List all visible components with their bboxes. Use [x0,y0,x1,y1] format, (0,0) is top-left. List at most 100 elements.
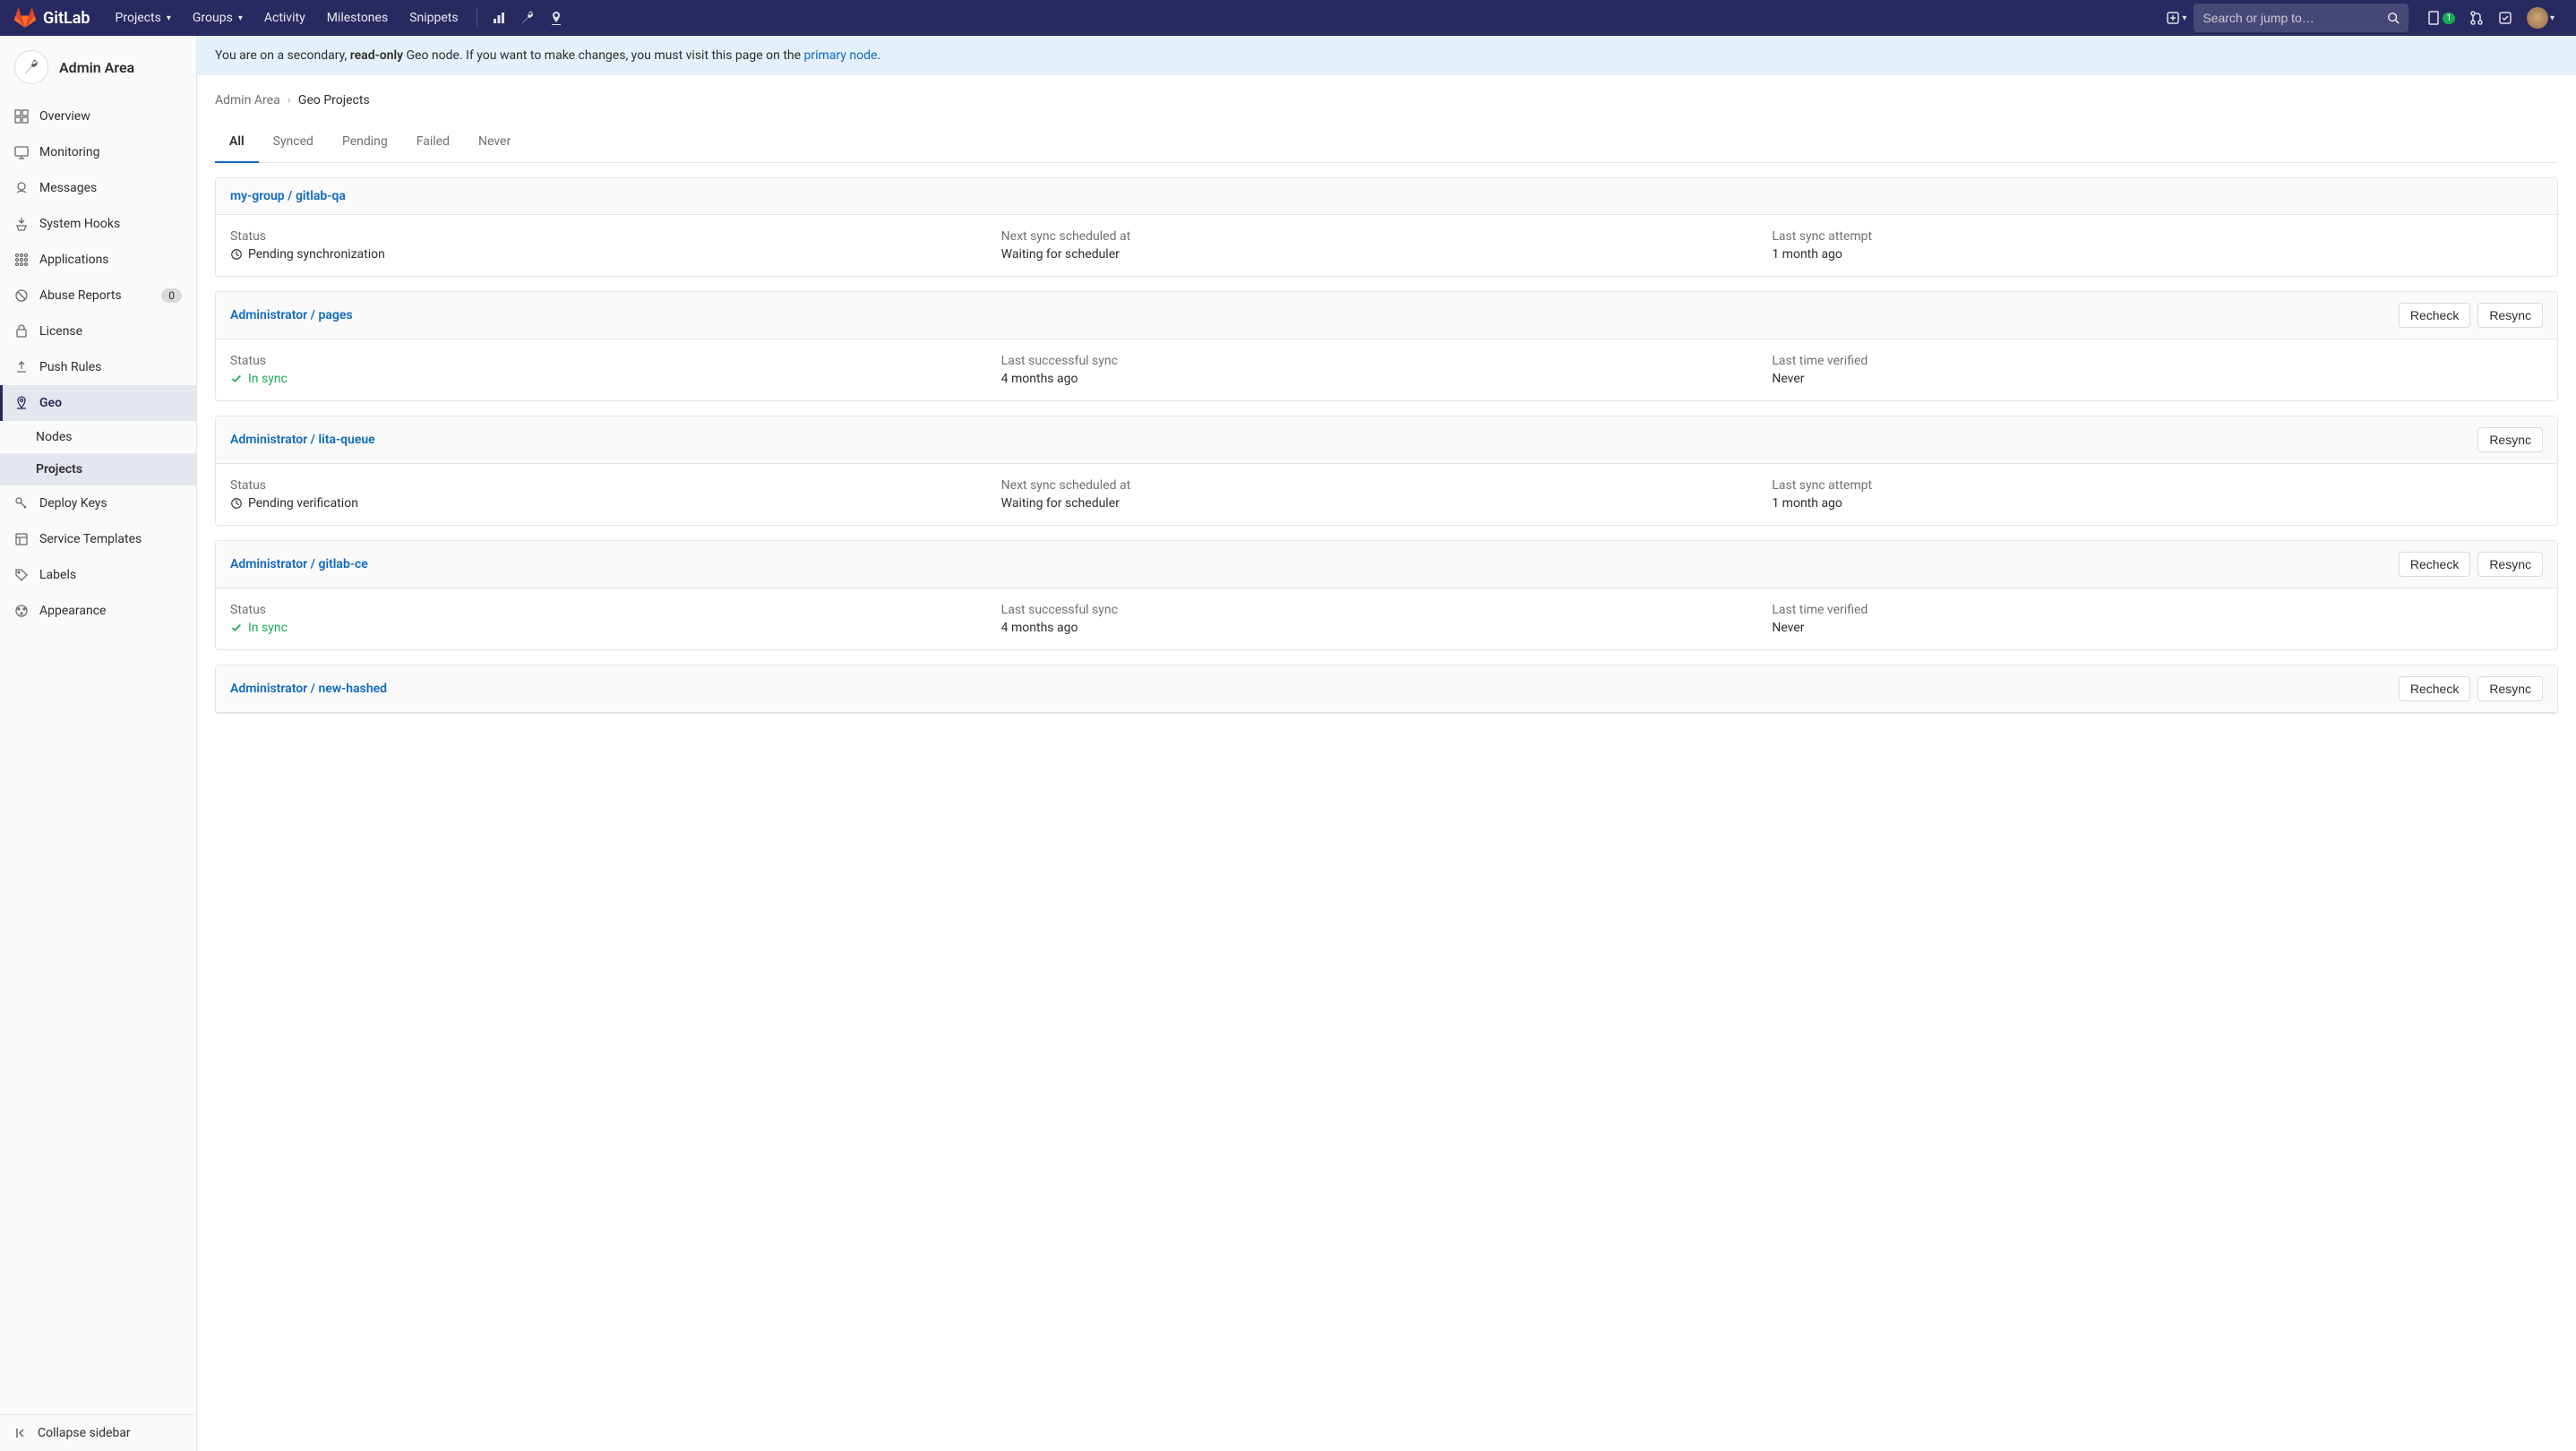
project-col: StatusPending synchronization [230,229,1001,262]
sidebar: Admin Area OverviewMonitoringMessagesSys… [0,36,197,1451]
col-value: 4 months ago [1001,372,1773,386]
col-label: Last time verified [1772,603,2543,617]
col-value: Never [1772,621,2543,635]
col-value: Never [1772,372,2543,386]
breadcrumb-current: Geo Projects [298,93,370,107]
sidebar-item-labels[interactable]: Labels [0,557,196,593]
chevron-down-icon: ▾ [167,13,171,23]
issues-icon[interactable]: 1 [2419,4,2462,32]
tab-all[interactable]: All [215,122,259,163]
resync-button[interactable]: Resync [2477,552,2543,577]
col-value: 1 month ago [1772,247,2543,262]
tab-synced[interactable]: Synced [259,122,328,162]
project-title-link[interactable]: Administrator / new-hashed [230,682,387,696]
project-header: Administrator / pages Recheck Resync [216,292,2557,339]
filter-tabs: AllSyncedPendingFailedNever [215,122,2558,163]
project-header: my-group / gitlab-qa [216,178,2557,215]
tab-pending[interactable]: Pending [328,122,402,162]
nav-projects[interactable]: Projects▾ [105,2,182,34]
main-content: You are on a secondary, read-only Geo no… [197,36,2576,1451]
monitor-icon [14,145,29,159]
project-title-link[interactable]: Administrator / gitlab-ce [230,557,368,571]
project-col: Last sync attempt 1 month ago [1772,229,2543,262]
sidebar-item-messages[interactable]: Messages [0,170,196,206]
sidebar-item-abuse-reports[interactable]: Abuse Reports 0 [0,278,196,313]
sidebar-item-service-templates[interactable]: Service Templates [0,521,196,557]
project-body: StatusIn syncLast successful sync4 month… [216,339,2557,400]
collapse-icon [14,1426,29,1440]
sidebar-item-deploy-keys[interactable]: Deploy Keys [0,485,196,521]
project-col: Last successful sync4 months ago [1001,603,1773,635]
sidebar-subitem-projects[interactable]: Projects [0,453,196,485]
sidebar-item-label: Abuse Reports [39,288,122,303]
issues-badge: 1 [2443,13,2455,24]
primary-node-link[interactable]: primary node [804,48,878,63]
project-body: StatusPending verificationNext sync sche… [216,464,2557,525]
nav-snippets[interactable]: Snippets [399,2,468,34]
sidebar-item-system-hooks[interactable]: System Hooks [0,206,196,242]
project-actions: Recheck Resync [2399,552,2543,577]
sidebar-item-overview[interactable]: Overview [0,99,196,134]
project-actions: Recheck Resync [2399,303,2543,328]
col-value: 4 months ago [1001,621,1773,635]
search-box[interactable] [2194,4,2409,32]
col-label: Last sync attempt [1772,229,2543,244]
logo[interactable]: GitLab [14,7,90,29]
recheck-button[interactable]: Recheck [2399,303,2470,328]
project-title-link[interactable]: my-group / gitlab-qa [230,189,346,203]
sidebar-item-label: License [39,324,82,339]
col-value: In sync [230,621,1001,635]
nav-milestones[interactable]: Milestones [316,2,399,34]
sidebar-subitem-nodes[interactable]: Nodes [0,421,196,453]
resync-button[interactable]: Resync [2477,303,2543,328]
push-icon [14,360,29,374]
tab-never[interactable]: Never [464,122,525,162]
project-header: Administrator / gitlab-ce Recheck Resync [216,541,2557,588]
wrench-icon[interactable] [513,4,542,32]
project-actions: Recheck Resync [2399,676,2543,701]
sidebar-item-appearance[interactable]: Appearance [0,593,196,629]
project-card: Administrator / lita-queue Resync StatusPe… [215,416,2558,526]
todos-icon[interactable] [2491,4,2520,32]
nav-groups[interactable]: Groups▾ [182,2,253,34]
geo-banner: You are on a secondary, read-only Geo no… [197,36,2576,75]
project-col: Last successful sync4 months ago [1001,354,1773,386]
breadcrumb-parent[interactable]: Admin Area [215,93,280,107]
sidebar-item-monitoring[interactable]: Monitoring [0,134,196,170]
col-label: Last time verified [1772,354,2543,368]
resync-button[interactable]: Resync [2477,427,2543,452]
sidebar-item-label: Messages [39,181,97,195]
sidebar-item-label: Appearance [39,604,106,618]
user-menu[interactable]: ▾ [2520,0,2562,36]
col-value: Pending verification [230,496,1001,511]
geo-icon [14,396,29,410]
apps-icon [14,253,29,267]
sidebar-badge: 0 [161,288,182,303]
analytics-icon[interactable] [485,4,513,32]
nav-links: Projects▾ Groups▾ Activity Milestones Sn… [105,2,469,34]
col-value: In sync [230,372,1001,386]
collapse-sidebar[interactable]: Collapse sidebar [0,1414,196,1451]
sidebar-item-applications[interactable]: Applications [0,242,196,278]
chevron-down-icon: ▾ [238,13,243,23]
tab-failed[interactable]: Failed [402,122,464,162]
col-label: Status [230,229,1001,244]
project-title-link[interactable]: Administrator / lita-queue [230,433,375,447]
geo-pin-icon[interactable] [542,4,571,32]
sidebar-item-license[interactable]: License [0,313,196,349]
project-title-link[interactable]: Administrator / pages [230,308,353,322]
sidebar-item-push-rules[interactable]: Push Rules [0,349,196,385]
resync-button[interactable]: Resync [2477,676,2543,701]
plus-icon[interactable]: ▾ [2159,4,2194,32]
sidebar-item-geo[interactable]: Geo [0,385,196,421]
merge-requests-icon[interactable] [2462,4,2491,32]
appearance-icon [14,604,29,618]
nav-activity[interactable]: Activity [253,2,316,34]
project-card: Administrator / gitlab-ceRecheckResyncSt… [215,540,2558,650]
recheck-button[interactable]: Recheck [2399,552,2470,577]
sidebar-item-label: Monitoring [39,145,100,159]
search-input[interactable] [2202,11,2387,25]
sidebar-item-label: Service Templates [39,532,142,546]
recheck-button[interactable]: Recheck [2399,676,2470,701]
project-header: Administrator / new-hashed Recheck Resync [216,665,2557,713]
